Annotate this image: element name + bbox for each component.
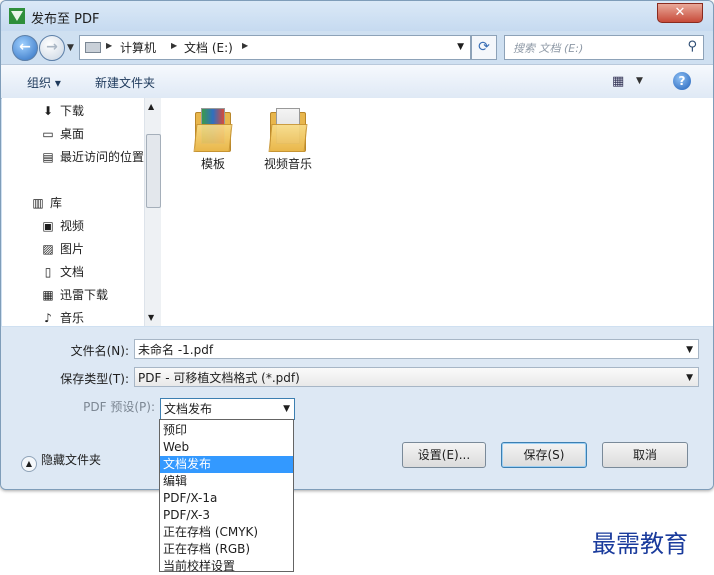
forward-button[interactable]: → — [39, 35, 65, 61]
file-name: 模板 — [200, 157, 225, 171]
search-icon[interactable]: ⚲ — [687, 39, 697, 54]
sidebar-item-label: 库 — [50, 196, 63, 210]
sidebar-item-label: 图片 — [60, 242, 85, 256]
chevron-up-icon: ▲ — [21, 456, 37, 472]
hide-folders-toggle[interactable]: ▲ 隐藏文件夹 — [21, 451, 101, 472]
sidebar-item-downloads[interactable]: ⬇ 下载 — [40, 102, 84, 122]
view-dropdown-icon[interactable]: ▼ — [636, 76, 643, 86]
sidebar-item-label: 迅雷下载 — [60, 288, 109, 302]
preset-option[interactable]: 当前校样设置 — [160, 558, 293, 575]
folder-icon — [193, 106, 233, 152]
preset-option[interactable]: 编辑 — [160, 473, 293, 490]
documents-icon: ▯ — [44, 265, 52, 279]
new-folder-button[interactable]: 新建文件夹 — [95, 74, 155, 91]
pdf-preset-value: 文档发布 — [164, 402, 213, 416]
navigation-scrollbar[interactable]: ▲ ▼ — [144, 98, 161, 326]
sidebar-item-videos[interactable]: ▣ 视频 — [40, 217, 84, 237]
cancel-button[interactable]: 取消 — [602, 442, 688, 468]
list-item[interactable]: 视频音乐 — [248, 106, 328, 172]
chevron-down-icon[interactable]: ▼ — [686, 368, 693, 388]
sidebar-item-label: 音乐 — [60, 311, 85, 325]
preset-option[interactable]: 正在存档 (RGB) — [160, 541, 293, 558]
pdf-preset-label: PDF 预设(P): — [83, 400, 155, 414]
scroll-down-icon[interactable]: ▼ — [148, 313, 154, 322]
chevron-down-icon[interactable]: ▼ — [283, 399, 290, 419]
filename-label: 文件名(N): — [70, 344, 129, 358]
recent-places-icon: ▤ — [42, 150, 54, 164]
pdf-preset-dropdown-list: 预印 Web 文档发布 编辑 PDF/X-1a PDF/X-3 正在存档 (CM… — [159, 419, 294, 575]
save-button[interactable]: 保存(S) — [501, 442, 587, 468]
sidebar-item-label: 桌面 — [60, 127, 85, 141]
title-bar: 发布至 PDF ✕ — [1, 1, 713, 31]
search-box[interactable]: 搜索 文档 (E:) ⚲ — [504, 35, 704, 60]
filetype-select[interactable]: PDF - 可移植文档格式 (*.pdf) ▼ — [134, 367, 699, 387]
preset-option[interactable]: PDF/X-1a — [160, 490, 293, 507]
view-options-icon[interactable]: ▦ — [612, 74, 624, 89]
desktop-icon: ▭ — [42, 127, 54, 141]
recent-pages-dropdown[interactable]: ▼ — [67, 43, 74, 53]
breadcrumb-computer[interactable]: 计算机 — [120, 39, 156, 56]
settings-button[interactable]: 设置(E)... — [402, 442, 486, 468]
sidebar-item-label: 最近访问的位置 — [60, 150, 145, 164]
library-icon: ▥ — [32, 196, 44, 210]
breadcrumb-arrow-icon[interactable]: ▶ — [106, 41, 112, 50]
close-button[interactable]: ✕ — [657, 3, 703, 23]
list-item[interactable]: 模板 — [173, 106, 253, 172]
scrollbar-thumb[interactable] — [146, 134, 161, 208]
save-dialog: 发布至 PDF ✕ ← → ▼ ▶ 计算机 ▶ 文档 (E:) ▶ ▼ ⟳ 搜索… — [0, 0, 714, 490]
preset-option[interactable]: Web — [160, 439, 293, 456]
filetype-value: PDF - 可移植文档格式 (*.pdf) — [138, 371, 300, 385]
scroll-up-icon[interactable]: ▲ — [148, 102, 154, 111]
sidebar-item-music[interactable]: ♪ 音乐 — [40, 309, 84, 329]
back-button[interactable]: ← — [12, 35, 38, 61]
breadcrumb-drive-e[interactable]: 文档 (E:) — [184, 39, 233, 56]
sidebar-item-label: 视频 — [60, 219, 85, 233]
help-button[interactable]: ? — [673, 72, 691, 90]
address-bar[interactable]: ▶ 计算机 ▶ 文档 (E:) ▶ ▼ — [79, 35, 471, 60]
watermark-logo: 最需教育 — [592, 530, 688, 558]
breadcrumb-arrow-icon[interactable]: ▶ — [242, 41, 248, 50]
download-folder-icon: ⬇ — [42, 104, 54, 118]
app-icon — [9, 8, 25, 24]
search-placeholder: 搜索 文档 (E:) — [513, 42, 584, 55]
organize-button[interactable]: 组织 ▾ — [27, 74, 61, 91]
sidebar-item-recent[interactable]: ▤ 最近访问的位置 — [40, 148, 144, 168]
file-list: 模板 视频音乐 — [161, 98, 713, 326]
hide-folders-label: 隐藏文件夹 — [41, 453, 102, 467]
videos-icon: ▣ — [42, 219, 54, 233]
sidebar-item-documents[interactable]: ▯ 文档 — [40, 263, 84, 283]
file-name: 视频音乐 — [263, 157, 312, 171]
address-dropdown-icon[interactable]: ▼ — [457, 42, 464, 52]
pdf-preset-select[interactable]: 文档发布 ▼ — [160, 398, 295, 420]
sidebar-item-desktop[interactable]: ▭ 桌面 — [40, 125, 84, 145]
pictures-icon: ▨ — [42, 242, 54, 256]
navigation-pane: ⬇ 下载 ▭ 桌面 ▤ 最近访问的位置 ▥ 库 ▣ 视频 ▨ 图片 ▯ 文档 ▦ 迅雷下载 ♪ 音… — [2, 98, 161, 326]
filetype-label: 保存类型(T): — [60, 372, 129, 386]
preset-option[interactable]: 预印 — [160, 422, 293, 439]
computer-icon — [85, 42, 101, 53]
address-row: ← → ▼ ▶ 计算机 ▶ 文档 (E:) ▶ ▼ ⟳ 搜索 文档 (E:) ⚲ — [1, 31, 713, 64]
preset-option-selected[interactable]: 文档发布 — [160, 456, 293, 473]
preset-option[interactable]: 正在存档 (CMYK) — [160, 524, 293, 541]
sidebar-item-libraries[interactable]: ▥ 库 — [30, 194, 62, 214]
folder-icon — [268, 106, 308, 152]
thunder-download-icon: ▦ — [42, 288, 54, 302]
sidebar-item-thunder-downloads[interactable]: ▦ 迅雷下载 — [40, 286, 108, 306]
sidebar-item-label: 文档 — [60, 265, 85, 279]
sidebar-item-pictures[interactable]: ▨ 图片 — [40, 240, 84, 260]
filename-value: 未命名 -1.pdf — [138, 343, 214, 357]
music-icon: ♪ — [44, 311, 52, 325]
filename-field[interactable]: 未命名 -1.pdf ▼ — [134, 339, 699, 359]
preset-option[interactable]: PDF/X-3 — [160, 507, 293, 524]
sidebar-item-label: 下载 — [60, 104, 85, 118]
command-bar: 组织 ▾ 新建文件夹 ▦ ▼ ? — [1, 64, 713, 99]
chevron-down-icon[interactable]: ▼ — [686, 340, 693, 360]
breadcrumb-arrow-icon[interactable]: ▶ — [171, 41, 177, 50]
refresh-button[interactable]: ⟳ — [471, 35, 497, 60]
window-title: 发布至 PDF — [31, 12, 100, 27]
